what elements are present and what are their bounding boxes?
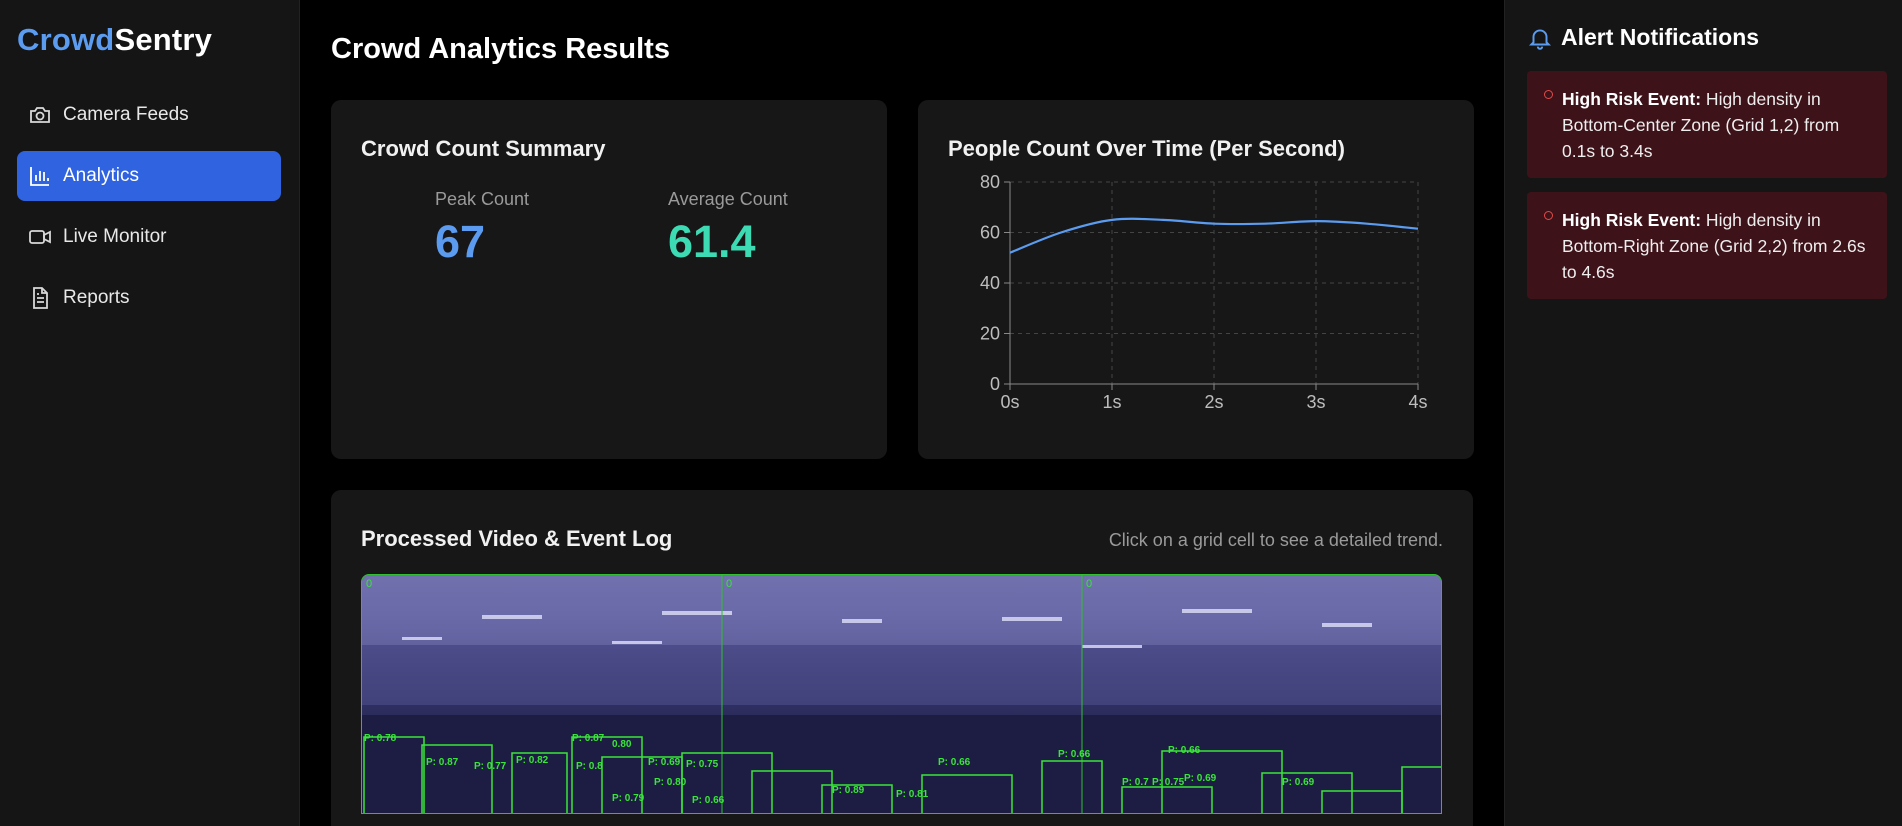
sidebar-item-live-monitor[interactable]: Live Monitor	[17, 212, 281, 262]
grid-label: 0	[366, 578, 372, 590]
processed-video-card: Processed Video & Event Log Click on a g…	[331, 490, 1473, 826]
bar-chart-icon	[30, 167, 49, 186]
chart-x-tick-label: 0s	[1000, 392, 1019, 412]
alert-label: High Risk Event:	[1562, 210, 1702, 230]
svg-text:P: 0.81: P: 0.81	[896, 789, 929, 800]
card-title: Processed Video & Event Log	[361, 526, 673, 551]
people-count-line-chart[interactable]: 0 20 40 60 80 0s 1s 2s 3s 4s	[918, 100, 1474, 459]
chart-x-tick-label: 4s	[1408, 392, 1427, 412]
sidebar-item-label: Analytics	[63, 165, 140, 186]
svg-text:P: 0.78: P: 0.78	[364, 733, 397, 744]
svg-text:P: 0.87: P: 0.87	[426, 757, 459, 768]
chart-x-tick-label: 3s	[1306, 392, 1325, 412]
alert-panel-header: Alert Notifications	[1527, 24, 1759, 51]
svg-text:P: 0.89: P: 0.89	[832, 785, 865, 796]
svg-text:P: 0.77: P: 0.77	[474, 761, 507, 772]
main-content: Crowd Analytics Results Crowd Count Summ…	[300, 0, 1504, 826]
svg-text:P: 0.66: P: 0.66	[1168, 745, 1201, 756]
sidebar-item-reports[interactable]: Reports	[17, 273, 281, 323]
peak-count-value: 67	[435, 216, 486, 267]
svg-text:P: 0.8: P: 0.8	[576, 761, 603, 772]
average-count-value: 61.4	[668, 216, 756, 267]
crowd-count-summary-card: Crowd Count Summary Peak Count 67 Averag…	[331, 100, 887, 459]
sidebar-item-label: Camera Feeds	[63, 104, 189, 125]
peak-count-label: Peak Count	[435, 189, 530, 209]
processed-video-frame[interactable]: P: 0.78 P: 0.87 P: 0.77 P: 0.82 P: 0.87 0.80…	[361, 574, 1442, 814]
svg-text:P: 0.69: P: 0.69	[648, 757, 681, 768]
chart-x-tick-label: 2s	[1204, 392, 1223, 412]
sidebar-item-analytics[interactable]: Analytics	[17, 151, 281, 201]
svg-text:P: 0.75: P: 0.75	[686, 759, 719, 770]
alert-icon	[1544, 211, 1553, 220]
average-count-stat: Average Count 61.4	[668, 189, 788, 268]
svg-text:P: 0.69: P: 0.69	[1282, 777, 1315, 788]
page-title: Crowd Analytics Results	[331, 33, 670, 65]
grid-label: 0	[726, 578, 732, 590]
alert-label: High Risk Event:	[1562, 89, 1702, 109]
alert-item[interactable]: High Risk Event: High density in Bottom-…	[1527, 192, 1887, 299]
alert-item[interactable]: High Risk Event: High density in Bottom-…	[1527, 71, 1887, 178]
svg-text:P: 0.66: P: 0.66	[1058, 749, 1091, 760]
svg-text:P: 0.75: P: 0.75	[1152, 777, 1185, 788]
svg-text:P: 0.7: P: 0.7	[1122, 777, 1149, 788]
alert-icon	[1544, 90, 1553, 99]
sidebar-nav: Camera Feeds Analytics Live Monitor Repo…	[17, 90, 281, 334]
svg-text:P: 0.82: P: 0.82	[516, 755, 549, 766]
chart-x-tick-label: 1s	[1102, 392, 1121, 412]
chart-y-tick-label: 20	[980, 324, 1000, 344]
grid-label: 0	[1086, 578, 1092, 590]
sidebar: CrowdSentry Camera Feeds Analytics Live …	[0, 0, 300, 826]
camera-icon	[30, 107, 50, 123]
chart-y-tick-label: 40	[980, 273, 1000, 293]
svg-text:P: 0.66: P: 0.66	[938, 757, 971, 768]
sidebar-item-label: Live Monitor	[63, 226, 167, 247]
svg-text:P: 0.87: P: 0.87	[572, 733, 605, 744]
chart-y-tick-label: 0	[990, 374, 1000, 394]
alert-panel: Alert Notifications High Risk Event: Hig…	[1504, 0, 1902, 826]
card-title: Crowd Count Summary	[361, 136, 606, 161]
app-logo[interactable]: CrowdSentry	[17, 22, 212, 58]
sidebar-item-label: Reports	[63, 287, 130, 308]
svg-text:P: 0.80: P: 0.80	[654, 777, 687, 788]
peak-count-stat: Peak Count 67	[435, 189, 529, 268]
svg-text:P: 0.66: P: 0.66	[692, 795, 725, 806]
video-icon	[29, 230, 51, 244]
chart-y-tick-label: 60	[980, 223, 1000, 243]
svg-text:P: 0.79: P: 0.79	[612, 793, 645, 804]
chart-y-tick-label: 80	[980, 172, 1000, 192]
svg-text:0.80: 0.80	[612, 739, 632, 750]
people-count-chart-card: People Count Over Time (Per Second) 0 20 4…	[918, 100, 1474, 459]
sidebar-item-camera-feeds[interactable]: Camera Feeds	[17, 90, 281, 140]
svg-text:P: 0.69: P: 0.69	[1184, 773, 1217, 784]
grid-cell-hint: Click on a grid cell to see a detailed t…	[1108, 530, 1443, 550]
average-count-label: Average Count	[668, 189, 788, 209]
logo-part-2: Sentry	[114, 22, 213, 57]
logo-part-1: Crowd	[17, 22, 115, 57]
alert-panel-title: Alert Notifications	[1561, 24, 1760, 50]
bell-icon	[1528, 28, 1552, 50]
video-overlay: P: 0.78 P: 0.87 P: 0.77 P: 0.82 P: 0.87 0.80…	[362, 575, 1441, 813]
document-icon	[33, 287, 48, 309]
